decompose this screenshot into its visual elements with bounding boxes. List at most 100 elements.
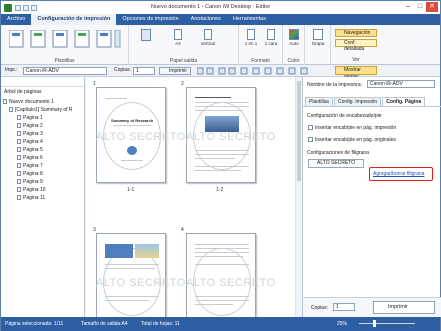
tab-page-config[interactable]: Config. Página	[382, 97, 426, 106]
text-line	[105, 268, 155, 269]
pages-per-sheet-button[interactable]: 1 en 1	[241, 29, 261, 46]
sides-button[interactable]: 1 cara	[261, 29, 281, 46]
tree-node-label: Página 9	[23, 179, 43, 185]
staple-button[interactable]: Grapa	[307, 29, 329, 46]
paper-output-button[interactable]	[135, 29, 157, 42]
watermark-section-title: Configuraciones de filigrana	[307, 150, 369, 156]
text-line	[195, 102, 249, 103]
tree-node-page[interactable]: Página 6	[17, 155, 43, 161]
tree-node-page[interactable]: Página 4	[17, 139, 43, 145]
toolbar-print-button[interactable]: Imprimir	[159, 67, 191, 75]
tab-archivo[interactable]: Archivo	[1, 14, 31, 25]
copies-input[interactable]: 1	[133, 67, 155, 75]
orientation-value: Vertical	[200, 41, 216, 46]
tree-node-page[interactable]: Página 9	[17, 179, 43, 185]
quick-redo-icon[interactable]	[31, 4, 37, 11]
preview-scrollbar[interactable]	[295, 77, 301, 317]
toolbar-icon-strip[interactable]	[197, 67, 327, 76]
footer-copies-input[interactable]: 1	[333, 303, 355, 311]
sides-icon	[267, 29, 275, 40]
watermark-item[interactable]: ALTO SECRETO	[308, 159, 364, 168]
quick-toolbar: Impr.: Canon iR-ADV Copias: 1 Imprimir M…	[1, 65, 440, 80]
page-thumbnail[interactable]: ALTO SECRETO Summary of Research	[96, 87, 185, 183]
tab-tools[interactable]: Herramientas	[227, 14, 272, 25]
group-paper-output: A4 Vertical Papel salida	[129, 25, 239, 65]
tree-node-page[interactable]: Página 10	[17, 187, 46, 193]
tab-print-options[interactable]: Opciones de impresión	[116, 14, 184, 25]
text-line	[195, 154, 249, 155]
watermark-text: ALTO SECRETO	[186, 131, 276, 143]
tree-node-label: Página 5	[23, 147, 43, 153]
text-line	[195, 150, 249, 151]
group-templates: Plantillas	[1, 25, 129, 65]
tree-node-label: Nuevo documento 1	[9, 99, 54, 105]
tree-node-page[interactable]: Página 2	[17, 123, 43, 129]
page-label: 1-2	[216, 187, 224, 193]
quick-undo-icon[interactable]	[23, 4, 29, 11]
paper-icon	[141, 29, 151, 41]
maximize-button[interactable]: □	[414, 2, 426, 12]
watermark-text: ALTO SECRETO	[96, 131, 186, 143]
tree-node-page[interactable]: Página 5	[17, 147, 43, 153]
text-line	[195, 170, 241, 171]
detailed-settings-button[interactable]: Conf. detallada	[335, 39, 377, 52]
navigation-button[interactable]: Navegación	[335, 29, 377, 37]
add-remove-watermark-link[interactable]: Agregar/borrar filigrana	[373, 171, 424, 177]
text-line	[195, 110, 243, 111]
editor-window: Nuevo documento 1 - Canon iW Desktop - E…	[0, 0, 441, 331]
settings-panel: Nombre de la impresora: Canon iR-ADV Pla…	[302, 77, 441, 317]
group-staple: Grapa	[305, 25, 331, 65]
page-label: 1-1	[127, 187, 135, 193]
insert-header-print-checkbox[interactable]: Insertar encab/pie en pág. impresión	[308, 125, 396, 131]
text-line	[195, 244, 249, 245]
template-gallery[interactable]	[9, 30, 121, 48]
tree-node-label: Página 6	[23, 155, 43, 161]
tree-node-page[interactable]: Página 1	[17, 115, 43, 121]
print-button[interactable]: Imprimir	[373, 301, 435, 314]
scrollbar-thumb[interactable]	[297, 81, 301, 181]
minimize-button[interactable]: –	[402, 2, 414, 12]
page-heading: Summary of Research	[111, 118, 154, 123]
page-thumbnail[interactable]: ALTO SECRETO	[186, 87, 275, 183]
text-line	[113, 125, 151, 126]
text-line	[195, 304, 233, 305]
text-line	[195, 252, 249, 253]
checkbox-label: Insertar encab/pie en pág. originales	[315, 137, 396, 143]
print-footer: Copias: 1 Imprimir	[303, 297, 441, 317]
close-button[interactable]: ✕	[426, 2, 438, 12]
zoom-slider[interactable]	[359, 323, 415, 324]
text-line	[195, 256, 243, 257]
show-annotations-toggle[interactable]: Mostrar anotac.	[335, 66, 377, 80]
zoom-slider-handle[interactable]	[373, 320, 376, 327]
document-icon	[3, 99, 7, 105]
group-label-view: Ver	[352, 57, 360, 63]
group-label-format: Formato	[251, 58, 270, 64]
printer-label: Impr.:	[5, 67, 18, 73]
tree-node-page[interactable]: Página 11	[17, 195, 45, 201]
tree-node-label: Página 11	[23, 195, 46, 201]
tab-annotations[interactable]: Anotaciones	[185, 14, 227, 25]
tab-print-config[interactable]: Config. Impresión	[334, 97, 382, 106]
tree-node-chapter[interactable]: [Capítulo1] Summary of R	[9, 107, 73, 113]
page-thumbnail[interactable]: ALTO SECRETO	[96, 233, 185, 317]
tab-print-settings[interactable]: Configuración de impresión	[31, 14, 117, 25]
quick-save-icon[interactable]	[15, 4, 21, 11]
insert-header-original-checkbox[interactable]: Insertar encab/pie en pág. originales	[308, 137, 396, 143]
color-mode-button[interactable]: Auto	[284, 29, 304, 46]
printer-name-select[interactable]: Canon iR-ADV	[367, 80, 435, 88]
tree-node-document[interactable]: Nuevo documento 1	[3, 99, 54, 105]
paper-size-button[interactable]: A4	[167, 29, 189, 46]
tree-node-page[interactable]: Página 8	[17, 171, 43, 177]
page-thumbnail[interactable]: ALTO SECRETO	[186, 233, 275, 317]
chart-image	[105, 244, 133, 258]
tab-templates[interactable]: Plantillas	[305, 97, 334, 106]
page-icon	[17, 171, 21, 177]
orientation-button[interactable]: Vertical	[193, 29, 223, 46]
checkbox-label: Insertar encab/pie en pág. impresión	[315, 125, 397, 131]
page-icon	[17, 147, 21, 153]
selected-page-status: Página seleccionada: 1/11	[5, 321, 64, 327]
photo-image	[135, 244, 159, 258]
tree-node-page[interactable]: Página 3	[17, 131, 43, 137]
printer-select[interactable]: Canon iR-ADV	[23, 67, 107, 75]
tree-node-page[interactable]: Página 7	[17, 163, 43, 169]
